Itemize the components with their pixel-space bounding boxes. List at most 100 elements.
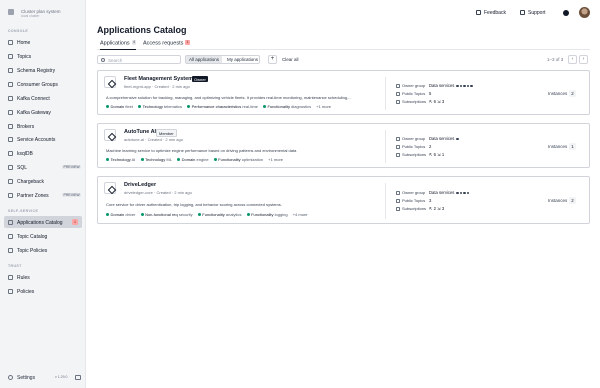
clear-all-button[interactable]: Clear all	[282, 57, 299, 62]
application-meta: driveledger-core · Created · 2 min ago	[124, 190, 192, 195]
sidebar-item-label: Policies	[17, 288, 35, 295]
sidebar-item-brokers[interactable]: Brokers	[4, 120, 82, 132]
sidebar-item-rules[interactable]: Rules	[4, 271, 82, 283]
search-input[interactable]: Search	[97, 55, 181, 64]
instances-label: Instances	[548, 144, 568, 149]
sidebar-item-consumer-groups[interactable]: Consumer Groups	[4, 78, 82, 90]
application-id: driveledger-core	[124, 190, 153, 195]
collapse-sidebar-icon[interactable]	[75, 374, 81, 380]
section-trust: TRUST	[8, 264, 22, 268]
partner-zones-icon	[8, 192, 13, 198]
shield-icon	[8, 288, 13, 294]
application-meta: autotune-ai · Created · 2 min ago	[124, 137, 183, 142]
data-services: Data services	[429, 83, 474, 89]
sidebar-item-settings[interactable]: Settings v 1.29.0	[4, 371, 82, 383]
sidebar-item-kafka-connect[interactable]: Kafka Connect	[4, 92, 82, 104]
application-card[interactable]: DriveLedger driveledger-core · Created ·…	[97, 176, 590, 224]
topics-icon	[8, 53, 13, 59]
data-services-avatars	[455, 190, 471, 197]
tab-access-requests[interactable]: Access requests 1	[143, 40, 190, 50]
tag-value: engine	[196, 157, 209, 162]
feedback-label: Feedback	[484, 10, 506, 16]
application-card[interactable]: AutoTune AI Member autotune-ai · Created…	[97, 123, 590, 168]
avatar[interactable]	[579, 7, 590, 18]
card-divider	[385, 183, 386, 219]
subscriptions-value: ⇱ 6 ⇲ 1	[429, 152, 445, 157]
sidebar-item-applications-catalog[interactable]: Applications Catalog 1	[4, 216, 82, 228]
sidebar-item-topic-catalog[interactable]: Topic Catalog	[4, 230, 82, 242]
brokers-icon	[8, 123, 13, 129]
group-icon	[396, 136, 400, 141]
notification-badge: 1	[72, 219, 78, 225]
sidebar-item-sql[interactable]: SQL PREVIEW	[4, 161, 82, 173]
prev-page-button[interactable]: ‹	[568, 55, 577, 64]
tag-key: Technology	[145, 157, 166, 162]
sidebar-item-service-accounts[interactable]: Service Accounts	[4, 133, 82, 145]
tag-dot-icon	[106, 213, 109, 216]
application-description: A comprehensive solution for tracking, m…	[106, 95, 352, 100]
more-tags-link[interactable]: +4 more	[293, 212, 308, 217]
preview-badge: PREVIEW	[62, 164, 82, 170]
tag-value: security	[178, 212, 193, 217]
sidebar-item-policies[interactable]: Policies	[4, 285, 82, 297]
more-tags-link[interactable]: +1 more	[268, 157, 283, 162]
sidebar-item-label: Rules	[17, 274, 30, 281]
my-applications-option[interactable]: My applications	[224, 56, 261, 63]
instances-label: Instances	[548, 198, 568, 203]
sidebar-item-label: Service Accounts	[17, 136, 56, 143]
public-topics-value: 5	[429, 91, 432, 96]
label-text: Public Topics	[402, 91, 426, 96]
tag-dot-icon	[213, 158, 217, 161]
sidebar-item-label: Topic Catalog	[17, 233, 48, 240]
tag: Functionality analytics	[197, 212, 241, 217]
card-divider	[385, 130, 386, 163]
sidebar-item-label: Partner Zones	[17, 192, 49, 199]
sidebar-item-partner-zones[interactable]: Partner Zones PREVIEW	[4, 189, 82, 201]
feedback-button[interactable]: Feedback	[476, 10, 506, 16]
support-button[interactable]: Support	[520, 10, 546, 16]
subscriptions-value: ⇱ 2 ⇲ 3	[429, 206, 445, 211]
tag-value: optimization	[241, 157, 264, 162]
sidebar-item-topic-policies[interactable]: Topic Policies	[4, 244, 82, 256]
tag: Non-functional req security	[140, 212, 193, 217]
sidebar-item-ksqldb[interactable]: ksqlDB	[4, 147, 82, 159]
tag-value: real-time	[242, 104, 258, 109]
tag-dot-icon	[246, 213, 250, 216]
theme-toggle-icon[interactable]	[563, 10, 569, 16]
tab-label: Applications	[100, 40, 130, 47]
sidebar-item-label: SQL	[17, 164, 28, 171]
card-divider	[385, 77, 386, 110]
application-card[interactable]: Fleet Management System Owner fleet-mgmt…	[97, 70, 590, 115]
chargeback-icon	[8, 178, 13, 184]
tag-key: Functionality	[202, 212, 225, 217]
group-icon	[396, 83, 400, 88]
sidebar-item-chargeback[interactable]: Chargeback	[4, 175, 82, 187]
application-name: AutoTune AI	[124, 129, 157, 135]
subscriptions-label: Subscriptions	[396, 99, 426, 104]
policies-icon	[8, 247, 13, 253]
brand[interactable]: Cluster plan system local cluster	[8, 8, 78, 20]
sidebar-item-kafka-gateway[interactable]: Kafka Gateway	[4, 106, 82, 118]
tag-dot-icon	[263, 105, 267, 108]
label-text: Subscriptions	[402, 99, 427, 104]
application-id: autotune-ai	[124, 137, 145, 142]
add-filter-button[interactable]: +	[268, 55, 277, 64]
consumer-groups-icon	[8, 81, 13, 87]
created-time: Created · 2 min ago	[147, 137, 183, 142]
tag: Technology telematics	[138, 104, 182, 109]
more-tags-link[interactable]: +1 more	[316, 104, 331, 109]
tab-applications[interactable]: Applications 4	[100, 40, 137, 50]
search-placeholder: Search	[108, 57, 123, 63]
next-page-button[interactable]: ›	[579, 55, 588, 64]
support-label: Support	[528, 10, 546, 16]
rules-icon	[8, 274, 13, 280]
gateway-icon	[8, 109, 13, 115]
sidebar-item-label: Kafka Connect	[17, 95, 50, 102]
public-topics-value: 3	[429, 198, 432, 203]
all-applications-option[interactable]: All applications	[186, 56, 223, 64]
sidebar-item-topics[interactable]: Topics	[4, 50, 82, 62]
application-id: fleet-mgmt-app	[124, 84, 151, 89]
search-icon	[101, 58, 105, 62]
sidebar-item-home[interactable]: Home	[4, 36, 82, 48]
sidebar-item-schema-registry[interactable]: Schema Registry	[4, 64, 82, 76]
